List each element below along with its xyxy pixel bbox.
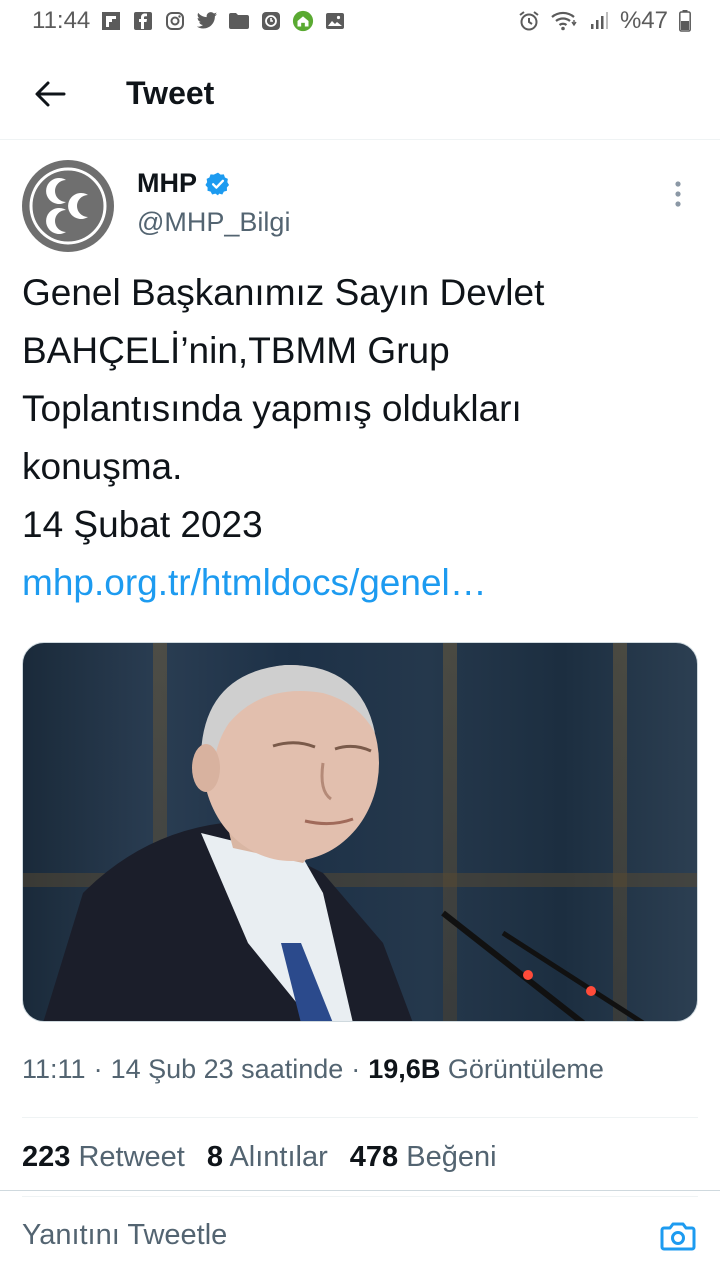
flipboard-icon xyxy=(100,10,122,32)
verified-badge-icon xyxy=(205,172,230,195)
reply-composer: Yanıtını Tweetle xyxy=(0,1190,720,1280)
speaker-photo xyxy=(23,664,697,1021)
retweets-label: Retweet xyxy=(78,1140,185,1173)
engagement-stats: 223 Retweet 8 Alıntılar 478 Beğeni xyxy=(22,1118,698,1196)
tweet-text: Genel Başkanımız Sayın Devlet BAHÇELİ’ni… xyxy=(22,272,545,545)
camera-button[interactable] xyxy=(658,1216,698,1256)
views-label: Görüntüleme xyxy=(447,1054,604,1084)
views-count: 19,6B xyxy=(368,1054,441,1084)
tweet-author: MHP @MHP_Bilgi xyxy=(22,160,698,260)
mhp-logo-icon xyxy=(29,167,107,245)
signal-icon xyxy=(588,10,610,32)
page-title: Tweet xyxy=(126,75,215,111)
tweet-date: 14 Şub 23 saatinde xyxy=(110,1054,344,1084)
likes-label: Beğeni xyxy=(406,1140,497,1173)
back-button[interactable] xyxy=(20,64,80,124)
likes-stat[interactable]: 478 Beğeni xyxy=(350,1141,497,1174)
folder-icon xyxy=(228,10,250,32)
tweet-detail: MHP @MHP_Bilgi Genel Başkanımız Sayın De… xyxy=(22,160,698,1197)
retweets-count: 223 xyxy=(22,1140,71,1173)
twitter-icon xyxy=(196,10,218,32)
views-stat[interactable]: 19,6B Görüntüleme xyxy=(368,1054,604,1085)
likes-count: 478 xyxy=(349,1140,399,1173)
alarm-icon xyxy=(518,10,540,32)
more-options-button[interactable] xyxy=(658,174,698,214)
home-app-icon xyxy=(292,10,314,32)
author-name: MHP xyxy=(137,168,197,198)
meta-separator: · xyxy=(351,1054,361,1084)
tweet-meta: 11:11 · 14 Şub 23 saatinde · 19,6B Görün… xyxy=(22,1054,698,1085)
top-app-bar: Tweet xyxy=(0,48,720,140)
retweets-stat[interactable]: 223 Retweet xyxy=(22,1141,185,1174)
quotes-stat[interactable]: 8 Alıntılar xyxy=(207,1141,328,1174)
status-time: 11:44 xyxy=(32,7,91,34)
facebook-icon xyxy=(132,10,154,32)
author-handle[interactable]: @MHP_Bilgi xyxy=(137,207,658,238)
tweet-time: 11:11 xyxy=(22,1054,86,1084)
arrow-left-icon xyxy=(35,81,66,106)
author-meta: MHP @MHP_Bilgi xyxy=(137,168,658,238)
meta-separator: · xyxy=(93,1054,103,1084)
status-left: 11:44 xyxy=(32,7,346,35)
status-right: %47 xyxy=(518,7,692,35)
tweet-photo[interactable] xyxy=(22,642,698,1022)
wifi-icon xyxy=(550,10,578,32)
status-bar: 11:44 %47 xyxy=(0,0,720,42)
gallery-icon xyxy=(324,10,346,32)
quotes-count: 8 xyxy=(206,1140,223,1173)
battery-percent: %47 xyxy=(619,7,668,34)
reply-input[interactable]: Yanıtını Tweetle xyxy=(22,1219,227,1252)
more-vertical-icon xyxy=(675,181,681,207)
tweet-link[interactable]: mhp.org.tr/htmldocs/genel… xyxy=(22,554,698,612)
quotes-label: Alıntılar xyxy=(229,1140,328,1173)
avatar[interactable] xyxy=(22,160,114,252)
instagram-icon xyxy=(164,10,186,32)
camera-icon xyxy=(660,1222,696,1250)
battery-icon xyxy=(678,10,692,32)
author-name-row[interactable]: MHP xyxy=(137,168,658,199)
clock-app-icon xyxy=(260,10,282,32)
